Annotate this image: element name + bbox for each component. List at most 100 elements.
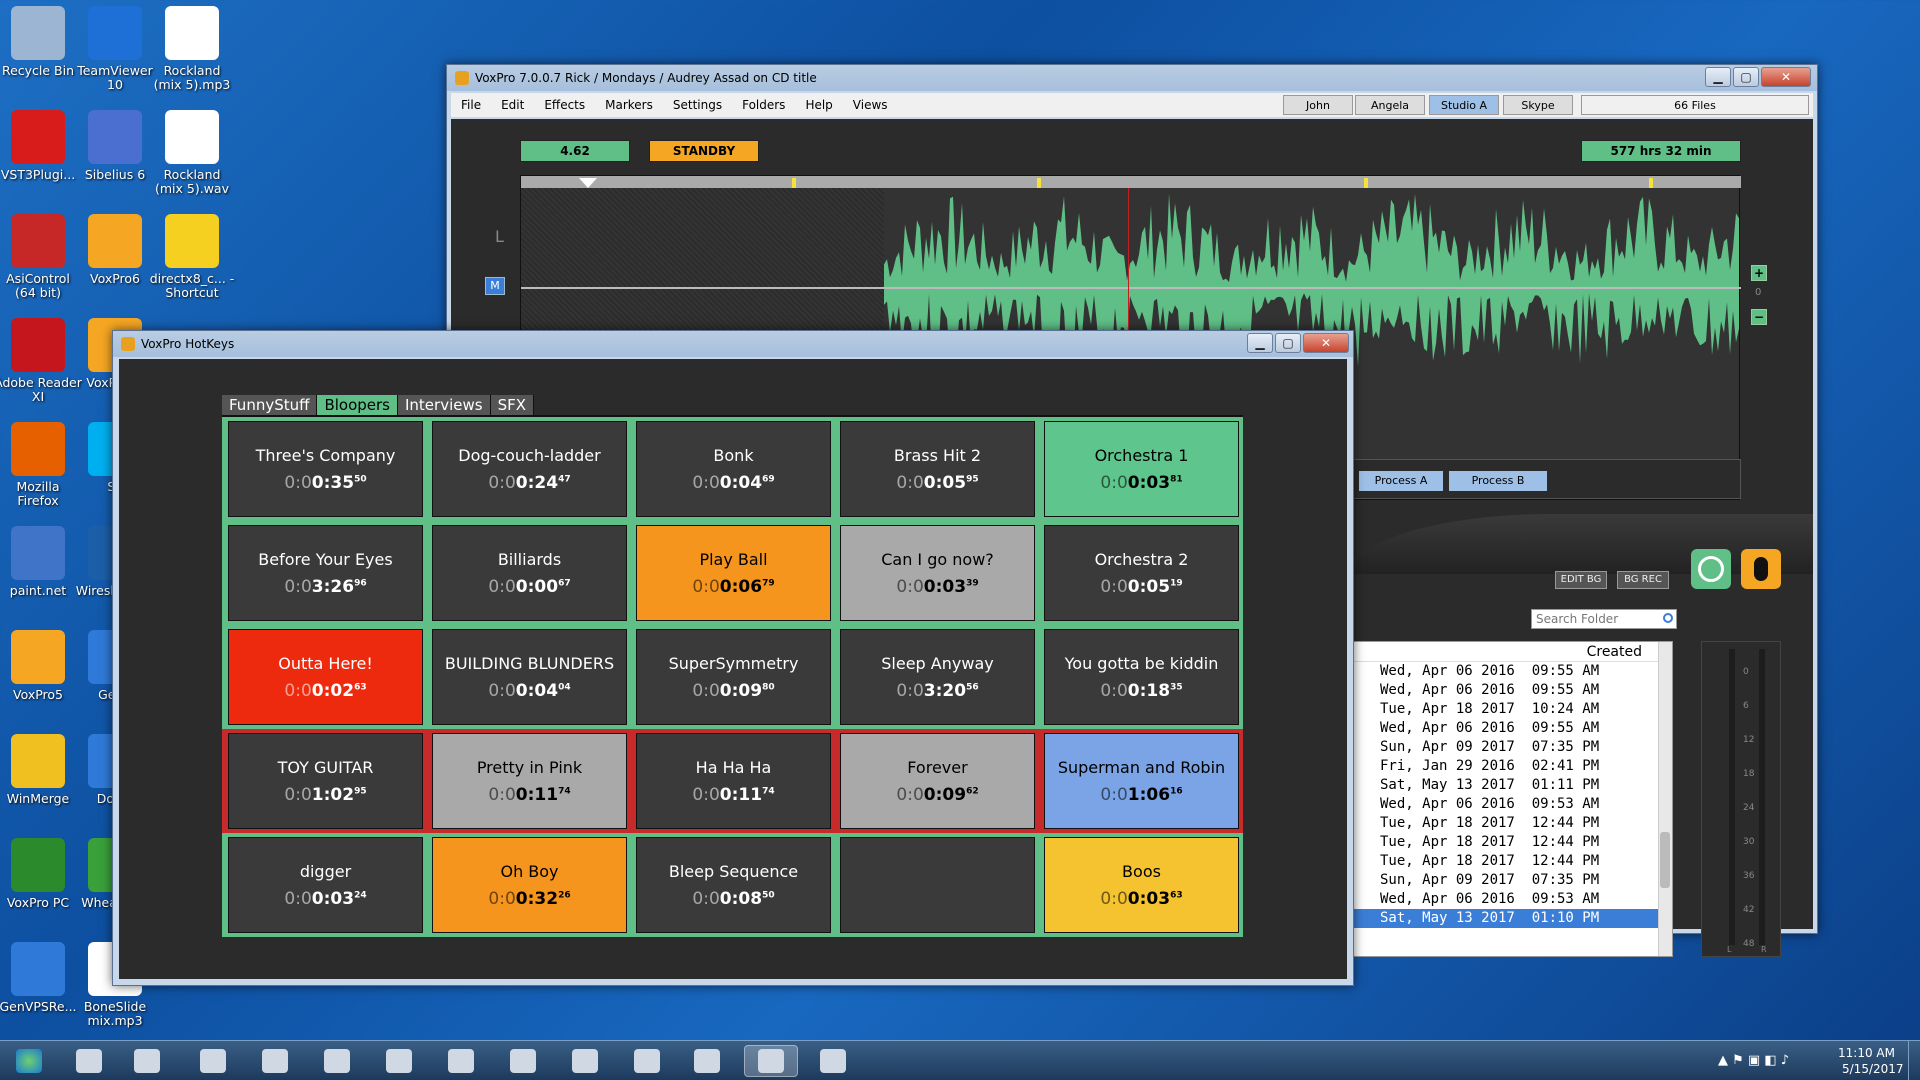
- hotkey-button[interactable]: Sleep Anyway 0:03:2056: [840, 629, 1035, 725]
- taskbar-button[interactable]: [558, 1045, 612, 1077]
- hotkey-button[interactable]: Forever 0:00:0962: [840, 733, 1035, 829]
- hotkey-button[interactable]: Outta Here! 0:00:0263: [228, 629, 423, 725]
- list-item[interactable]: Wed, Apr 06 2016 09:55 AM: [1352, 662, 1672, 681]
- taskbar-button[interactable]: [372, 1045, 426, 1077]
- desktop-icon[interactable]: Rockland (mix 5).mp3: [148, 6, 236, 92]
- timer-button[interactable]: [1691, 549, 1731, 589]
- list-item[interactable]: Tue, Apr 18 2017 10:24 AM: [1352, 700, 1672, 719]
- maximize-button[interactable]: ▢: [1275, 333, 1301, 353]
- tab-funnystuff[interactable]: FunnyStuff: [222, 395, 318, 415]
- taskbar-button[interactable]: [434, 1045, 488, 1077]
- list-item[interactable]: Sat, May 13 2017 01:11 PM: [1352, 776, 1672, 795]
- list-item[interactable]: Wed, Apr 06 2016 09:53 AM: [1352, 795, 1672, 814]
- hotkey-button[interactable]: BUILDING BLUNDERS 0:00:0404: [432, 629, 627, 725]
- menu-item[interactable]: Edit: [491, 98, 534, 112]
- process-b-button[interactable]: Process B: [1449, 471, 1547, 491]
- hotkey-button[interactable]: TOY GUITAR 0:01:0295: [228, 733, 423, 829]
- desktop-icon[interactable]: directx8_c... - Shortcut: [148, 214, 236, 300]
- close-button[interactable]: ✕: [1761, 67, 1811, 87]
- desktop-icon[interactable]: Recycle Bin: [0, 6, 82, 78]
- bg-rec-button[interactable]: BG REC: [1617, 571, 1669, 589]
- menu-item[interactable]: Settings: [663, 98, 732, 112]
- hotkey-button[interactable]: Brass Hit 2 0:00:0595: [840, 421, 1035, 517]
- user-button[interactable]: Studio A: [1429, 95, 1499, 115]
- menu-item[interactable]: Markers: [595, 98, 663, 112]
- taskbar-button[interactable]: [120, 1045, 174, 1077]
- close-button[interactable]: ✕: [1303, 333, 1349, 353]
- list-item[interactable]: Wed, Apr 06 2016 09:53 AM: [1352, 890, 1672, 909]
- desktop-icon[interactable]: TeamViewer 10: [71, 6, 159, 92]
- hotkey-button[interactable]: You gotta be kiddin 0:00:1835: [1044, 629, 1239, 725]
- desktop-icon[interactable]: VoxPro5: [0, 630, 82, 702]
- menu-item[interactable]: Folders: [732, 98, 795, 112]
- taskbar-button[interactable]: [186, 1045, 240, 1077]
- zoom-in-button[interactable]: +: [1751, 265, 1767, 281]
- hotkey-button[interactable]: SuperSymmetry 0:00:0980: [636, 629, 831, 725]
- taskbar-button[interactable]: [680, 1045, 734, 1077]
- menu-item[interactable]: Effects: [534, 98, 595, 112]
- tab-interviews[interactable]: Interviews: [398, 395, 491, 415]
- hotkey-button[interactable]: Billiards 0:00:0067: [432, 525, 627, 621]
- voxpro-titlebar[interactable]: VoxPro 7.0.0.7 Rick / Mondays / Audrey A…: [447, 65, 1817, 91]
- user-button[interactable]: Skype: [1503, 95, 1573, 115]
- user-button[interactable]: John: [1283, 95, 1353, 115]
- hotkey-button[interactable]: Dog-couch-ladder 0:00:2447: [432, 421, 627, 517]
- taskbar-button[interactable]: [744, 1045, 798, 1077]
- desktop-icon[interactable]: Adobe Reader XI: [0, 318, 82, 404]
- taskbar-button[interactable]: [62, 1045, 116, 1077]
- process-a-button[interactable]: Process A: [1359, 471, 1443, 491]
- menu-item[interactable]: File: [451, 98, 491, 112]
- clock-time[interactable]: 11:10 AM: [1838, 1046, 1895, 1060]
- desktop-icon[interactable]: VoxPro6: [71, 214, 159, 286]
- menu-item[interactable]: Help: [795, 98, 842, 112]
- hotkey-button[interactable]: Pretty in Pink 0:00:1174: [432, 733, 627, 829]
- taskbar-button[interactable]: [620, 1045, 674, 1077]
- hotkey-button[interactable]: Orchestra 2 0:00:0519: [1044, 525, 1239, 621]
- list-item[interactable]: Tue, Apr 18 2017 12:44 PM: [1352, 814, 1672, 833]
- taskbar-button[interactable]: [248, 1045, 302, 1077]
- desktop-icon[interactable]: GenVPSRe...: [0, 942, 82, 1014]
- file-list[interactable]: Created Wed, Apr 06 2016 09:55 AM Wed, Ap…: [1351, 641, 1673, 957]
- hotkey-button[interactable]: Can I go now? 0:00:0339: [840, 525, 1035, 621]
- hotkey-button[interactable]: Oh Boy 0:00:3226: [432, 837, 627, 933]
- list-scrollbar[interactable]: [1658, 642, 1672, 956]
- record-button[interactable]: [1741, 549, 1781, 589]
- menu-item[interactable]: Views: [843, 98, 898, 112]
- list-item[interactable]: Sun, Apr 09 2017 07:35 PM: [1352, 738, 1672, 757]
- list-item[interactable]: Tue, Apr 18 2017 12:44 PM: [1352, 833, 1672, 852]
- tab-bloopers[interactable]: Bloopers: [317, 395, 398, 415]
- clock-date[interactable]: 5/15/2017: [1842, 1062, 1904, 1076]
- mono-button[interactable]: M: [485, 277, 505, 295]
- col-created-header[interactable]: Created: [1352, 642, 1672, 662]
- desktop-icon[interactable]: paint.net: [0, 526, 82, 598]
- minimize-button[interactable]: ▁: [1705, 67, 1731, 87]
- hotkey-button[interactable]: Three's Company 0:00:3550: [228, 421, 423, 517]
- hotkey-button[interactable]: Bleep Sequence 0:00:0850: [636, 837, 831, 933]
- search-folder-input[interactable]: Search Folder: [1531, 609, 1677, 629]
- hotkey-button[interactable]: [840, 837, 1035, 933]
- hotkey-button[interactable]: Ha Ha Ha 0:00:1174: [636, 733, 831, 829]
- list-item[interactable]: Wed, Apr 06 2016 09:55 AM: [1352, 719, 1672, 738]
- user-button[interactable]: Angela: [1355, 95, 1425, 115]
- desktop-icon[interactable]: WinMerge: [0, 734, 82, 806]
- desktop-icon[interactable]: AsiControl (64 bit): [0, 214, 82, 300]
- cue-marker[interactable]: [1364, 178, 1368, 188]
- list-item[interactable]: Sun, Apr 09 2017 07:35 PM: [1352, 871, 1672, 890]
- taskbar-button[interactable]: [806, 1045, 860, 1077]
- minimize-button[interactable]: ▁: [1247, 333, 1273, 353]
- hotkey-button[interactable]: Superman and Robin 0:01:0616: [1044, 733, 1239, 829]
- desktop-icon[interactable]: Mozilla Firefox: [0, 422, 82, 508]
- hotkey-button[interactable]: Boos 0:00:0363: [1044, 837, 1239, 933]
- hotkey-button[interactable]: Orchestra 1 0:00:0381: [1044, 421, 1239, 517]
- taskbar-button[interactable]: [496, 1045, 550, 1077]
- hotkey-button[interactable]: Play Ball 0:00:0679: [636, 525, 831, 621]
- cue-marker[interactable]: [792, 178, 796, 188]
- taskbar-button[interactable]: [2, 1045, 56, 1077]
- desktop-icon[interactable]: Sibelius 6: [71, 110, 159, 182]
- show-desktop-button[interactable]: [1908, 1041, 1920, 1080]
- list-item[interactable]: Wed, Apr 06 2016 09:55 AM: [1352, 681, 1672, 700]
- cue-marker[interactable]: [1037, 178, 1041, 188]
- list-scroll-thumb[interactable]: [1660, 832, 1670, 888]
- hotkey-button[interactable]: Bonk 0:00:0469: [636, 421, 831, 517]
- desktop-icon[interactable]: VoxPro PC: [0, 838, 82, 910]
